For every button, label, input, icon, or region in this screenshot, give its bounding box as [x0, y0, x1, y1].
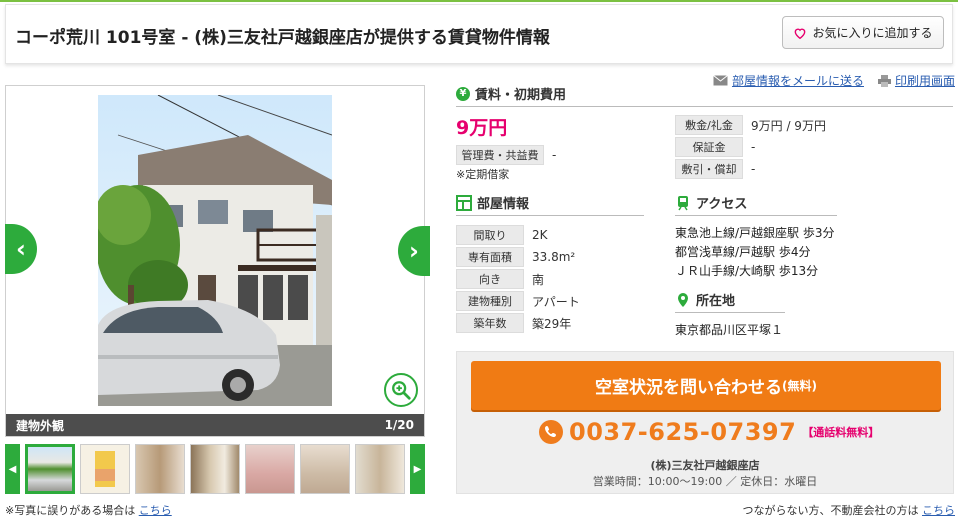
deposit-label: 敷金/礼金 [675, 115, 743, 135]
prev-photo-button[interactable]: ‹ [5, 224, 37, 274]
train-icon [678, 195, 688, 210]
heart-icon [795, 28, 806, 39]
guarantee-row: 保証金 - [675, 137, 755, 157]
thumbnail-7[interactable] [355, 444, 405, 494]
room-row-area: 専有面積 33.8m² [456, 247, 575, 267]
access-line-1: 東急池上線/戸越銀座駅 歩3分 [675, 226, 835, 240]
room-label: 専有面積 [456, 247, 524, 267]
phone-number-text: 0037-625-07397 [569, 418, 797, 446]
main-photo[interactable] [98, 95, 332, 406]
page-title: コーポ荒川 101号室 - (株)三友社戸越銀座店が提供する賃貸物件情報 [15, 28, 550, 48]
contact-box: 空室状況を問い合わせる (無料) 0037-625-07397 【通話料無料】 … [456, 351, 954, 494]
photo-error-text: ※写真に誤りがある場合は [5, 504, 136, 517]
yen-icon: ¥ [456, 86, 470, 101]
lease-note: ※定期借家 [456, 168, 510, 181]
free-call-badge: 【通話料無料】 [802, 426, 880, 439]
photo-error-link[interactable]: こちら [139, 504, 172, 517]
access-line-2: 都営浅草線/戸越駅 歩4分 [675, 245, 811, 259]
amortization-label: 敷引・償却 [675, 159, 743, 179]
room-info-heading-text: 部屋情報 [477, 197, 530, 212]
room-row-age: 築年数 築29年 [456, 313, 571, 333]
photo-caption: 建物外観 [16, 418, 65, 433]
mgmt-fee-value: - [552, 148, 557, 162]
thumbnail-4[interactable] [190, 444, 240, 494]
thumbnail-3[interactable] [135, 444, 185, 494]
deposit-row: 敷金/礼金 9万円 / 9万円 [675, 115, 826, 135]
rent-amount: 9万円 [456, 117, 508, 139]
deposit-value: 9万円 / 9万円 [751, 118, 826, 133]
add-favorite-label: お気に入りに追加する [812, 26, 933, 40]
access-line-3: ＪＲ山手線/大崎駅 歩13分 [675, 264, 819, 278]
room-row-building-type: 建物種別 アパート [456, 291, 580, 311]
zoom-photo-button[interactable] [384, 373, 418, 407]
location-heading-text: 所在地 [696, 294, 736, 309]
company-name: (株)三友社戸越銀座店 [650, 459, 760, 472]
amortization-value: - [751, 162, 756, 176]
guarantee-value: - [751, 140, 756, 154]
location-heading: 所在地 [675, 290, 785, 313]
room-value: アパート [532, 294, 580, 309]
access-heading-text: アクセス [696, 197, 748, 212]
room-value: 築29年 [532, 316, 572, 331]
inquire-button-label: 空室状況を問い合わせる [595, 378, 782, 398]
floorplan-icon [456, 194, 472, 211]
room-value: 2K [532, 228, 548, 242]
room-label: 向き [456, 269, 524, 289]
room-label: 築年数 [456, 313, 524, 333]
cannot-connect-link[interactable]: こちら [922, 504, 955, 517]
thumb-next-button[interactable]: ▶ [410, 444, 425, 494]
cannot-connect-text: つながらない方、不動産会社の方は [742, 504, 919, 517]
business-hours: 営業時間：10:00～19:00 ／ 定休日：水曜日 [592, 475, 818, 488]
triangle-left-icon: ◀ [8, 463, 17, 475]
thumbnail-6[interactable] [300, 444, 350, 494]
map-pin-icon [678, 292, 688, 307]
photo-error-note: ※写真に誤りがある場合は こちら [5, 502, 172, 518]
thumbnail-1[interactable] [25, 444, 75, 494]
mgmt-fee-row: 管理費・共益費 - [456, 145, 556, 165]
next-photo-button[interactable]: › [398, 226, 430, 276]
phone-icon [539, 420, 563, 444]
room-label: 建物種別 [456, 291, 524, 311]
room-row-direction: 向き 南 [456, 269, 544, 289]
mgmt-fee-label: 管理費・共益費 [456, 145, 544, 165]
room-info-heading: 部屋情報 [456, 193, 644, 216]
inquire-availability-button[interactable]: 空室状況を問い合わせる (無料) [471, 361, 941, 410]
thumbnail-2[interactable] [80, 444, 130, 494]
triangle-right-icon: ▶ [413, 463, 422, 475]
phone-number[interactable]: 0037-625-07397 【通話料無料】 [539, 418, 879, 446]
guarantee-label: 保証金 [675, 137, 743, 157]
thumbnail-strip: ◀ ▶ [5, 444, 425, 494]
room-value: 南 [532, 272, 545, 287]
access-heading: アクセス [675, 193, 837, 216]
zoom-in-icon [392, 381, 411, 400]
thumb-prev-button[interactable]: ◀ [5, 444, 20, 494]
rent-heading-text: 賃料・初期費用 [475, 88, 567, 103]
building-exterior-image [98, 95, 332, 406]
thumbnail-5[interactable] [245, 444, 295, 494]
cannot-connect-note: つながらない方、不動産会社の方は こちら [743, 502, 956, 518]
photo-caption-bar: 建物外観 1/20 [6, 414, 424, 436]
photo-counter: 1/20 [384, 418, 414, 432]
rent-heading: ¥ 賃料・初期費用 [456, 84, 953, 107]
room-label: 間取り [456, 225, 524, 245]
add-favorite-button[interactable]: お気に入りに追加する [782, 16, 944, 49]
top-accent-line [0, 0, 958, 2]
inquire-button-suffix: (無料) [782, 379, 817, 393]
chevron-left-icon: ‹ [16, 235, 26, 263]
room-value: 33.8m² [532, 250, 576, 264]
chevron-right-icon: › [409, 237, 419, 265]
photo-gallery: ‹ › 建物外観 1/20 [5, 85, 430, 437]
address: 東京都品川区平塚１ [675, 323, 784, 337]
page-header: コーポ荒川 101号室 - (株)三友社戸越銀座店が提供する賃貸物件情報 お気に… [5, 4, 953, 64]
amortization-row: 敷引・償却 - [675, 159, 755, 179]
room-row-layout: 間取り 2K [456, 225, 548, 245]
